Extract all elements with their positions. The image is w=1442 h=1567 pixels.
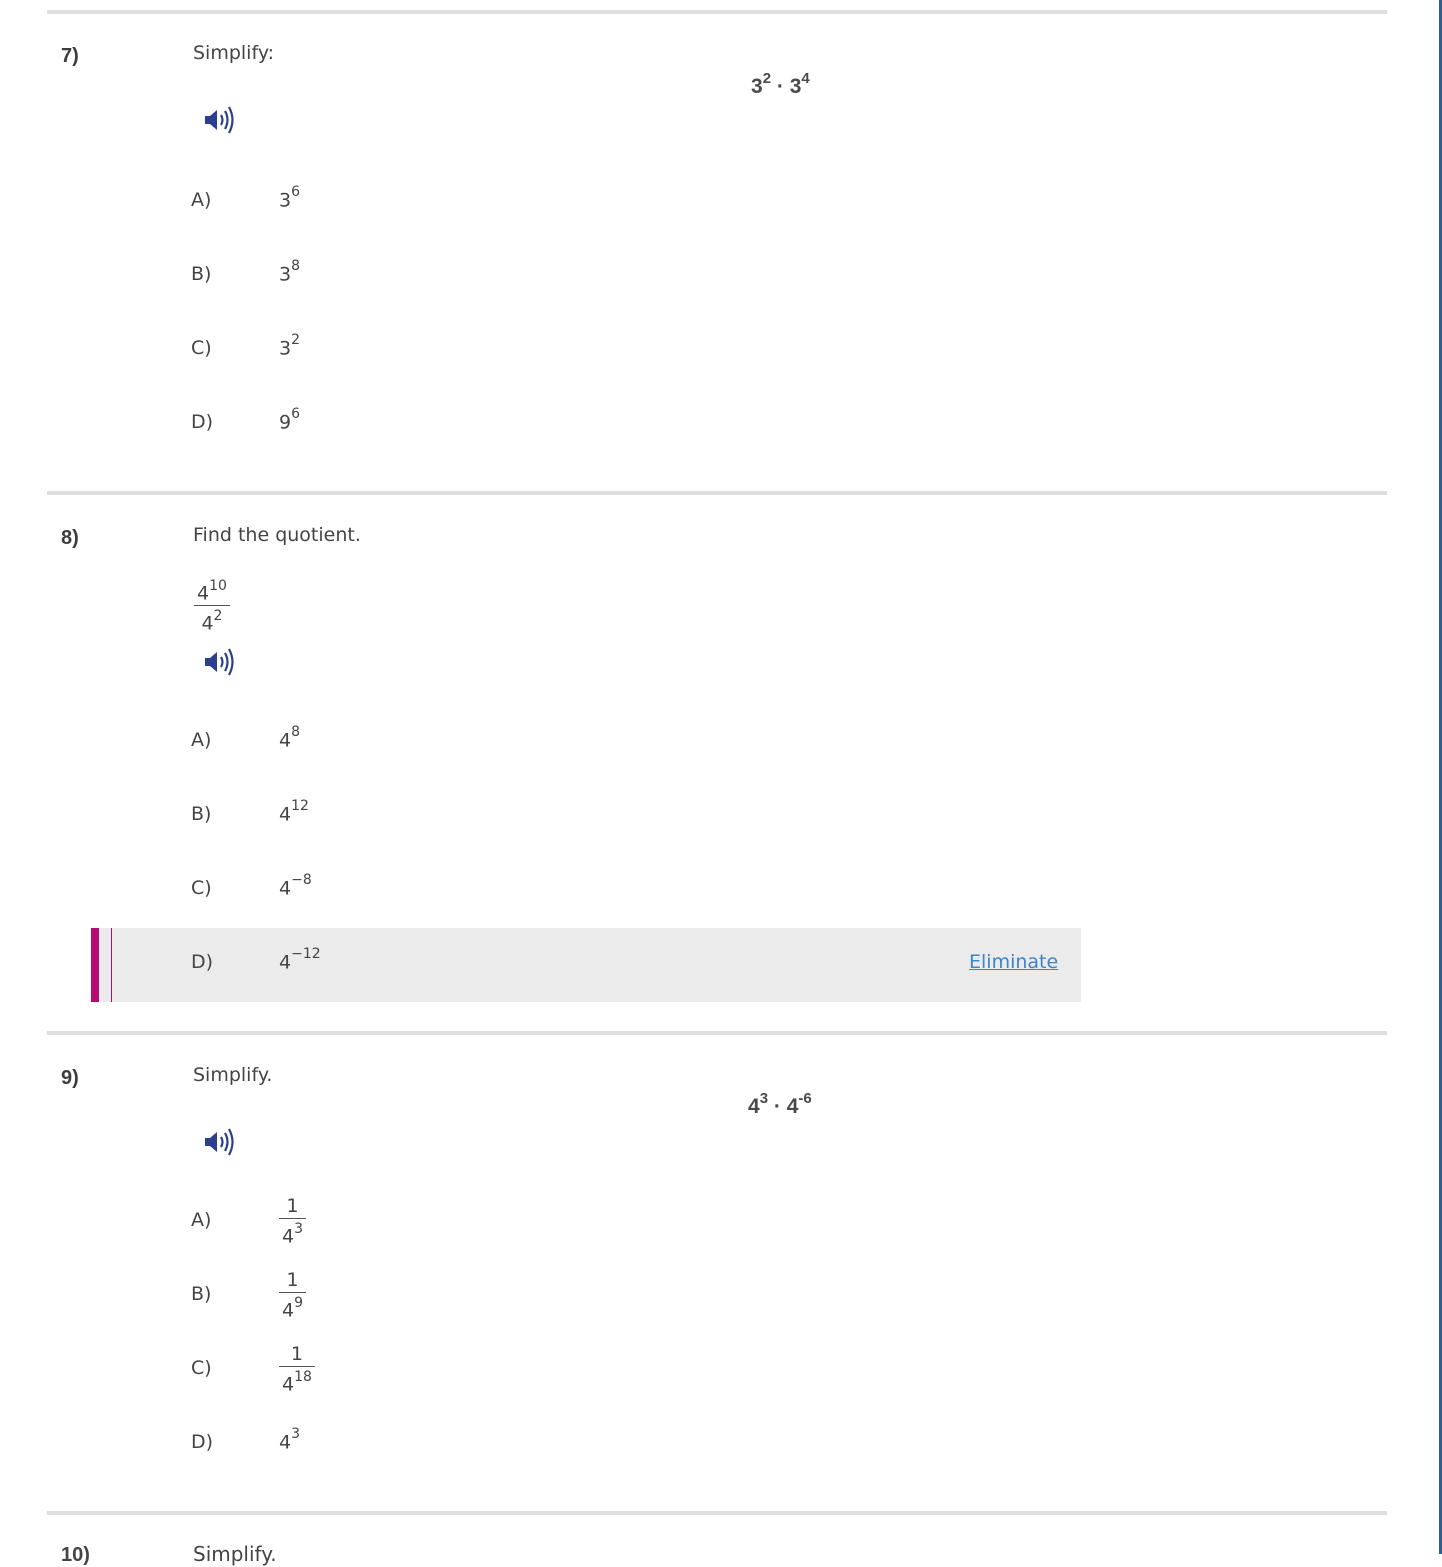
question-prompt: Simplify: [193, 42, 275, 64]
question-number: 10) [61, 1544, 90, 1566]
option-letter[interactable]: C) [191, 1357, 212, 1379]
option-letter[interactable]: D) [191, 1431, 213, 1453]
eliminate-link[interactable]: Eliminate [969, 951, 1058, 973]
question-prompt: Simplify. [193, 1542, 277, 1566]
option-value[interactable]: 96 [279, 406, 300, 433]
selection-accent-line [111, 928, 112, 1002]
question-number: 7) [61, 45, 79, 67]
speaker-icon[interactable] [203, 647, 235, 677]
option-fraction[interactable]: 1 49 [279, 1268, 307, 1322]
option-letter[interactable]: A) [191, 1209, 211, 1231]
option-value[interactable]: 32 [279, 332, 300, 359]
option-letter[interactable]: D) [191, 951, 213, 973]
option-value[interactable]: 412 [279, 798, 309, 825]
option-value[interactable]: 48 [279, 724, 300, 751]
question-fraction: 410 42 [194, 576, 230, 636]
option-value[interactable]: 38 [279, 258, 300, 285]
option-value[interactable]: 4−12 [279, 946, 321, 973]
question-prompt: Simplify. [193, 1064, 273, 1086]
question-expression: 32 · 34 [751, 70, 810, 98]
option-fraction[interactable]: 1 43 [279, 1194, 307, 1248]
question-number: 8) [61, 527, 79, 549]
question-divider [47, 10, 1387, 14]
question-prompt: Find the quotient. [193, 524, 361, 546]
option-letter[interactable]: C) [191, 877, 212, 899]
question-number: 9) [61, 1067, 79, 1089]
question-divider [47, 491, 1387, 495]
option-letter[interactable]: B) [191, 1283, 211, 1305]
option-letter[interactable]: B) [191, 803, 211, 825]
question-expression: 43 · 4-6 [748, 1090, 812, 1118]
question-divider [47, 1511, 1387, 1515]
speaker-icon[interactable] [203, 1127, 235, 1157]
option-letter[interactable]: A) [191, 189, 211, 211]
question-divider [47, 1031, 1387, 1035]
speaker-icon[interactable] [203, 105, 235, 135]
option-letter[interactable]: D) [191, 411, 213, 433]
option-letter[interactable]: C) [191, 337, 212, 359]
option-letter[interactable]: B) [191, 263, 211, 285]
selection-accent-bar [91, 928, 99, 1002]
hovered-option-row[interactable] [91, 928, 1081, 1002]
option-value[interactable]: 36 [279, 184, 300, 211]
option-letter[interactable]: A) [191, 729, 211, 751]
option-value[interactable]: 43 [279, 1426, 300, 1453]
option-value[interactable]: 4−8 [279, 872, 312, 899]
option-fraction[interactable]: 1 418 [279, 1342, 315, 1396]
